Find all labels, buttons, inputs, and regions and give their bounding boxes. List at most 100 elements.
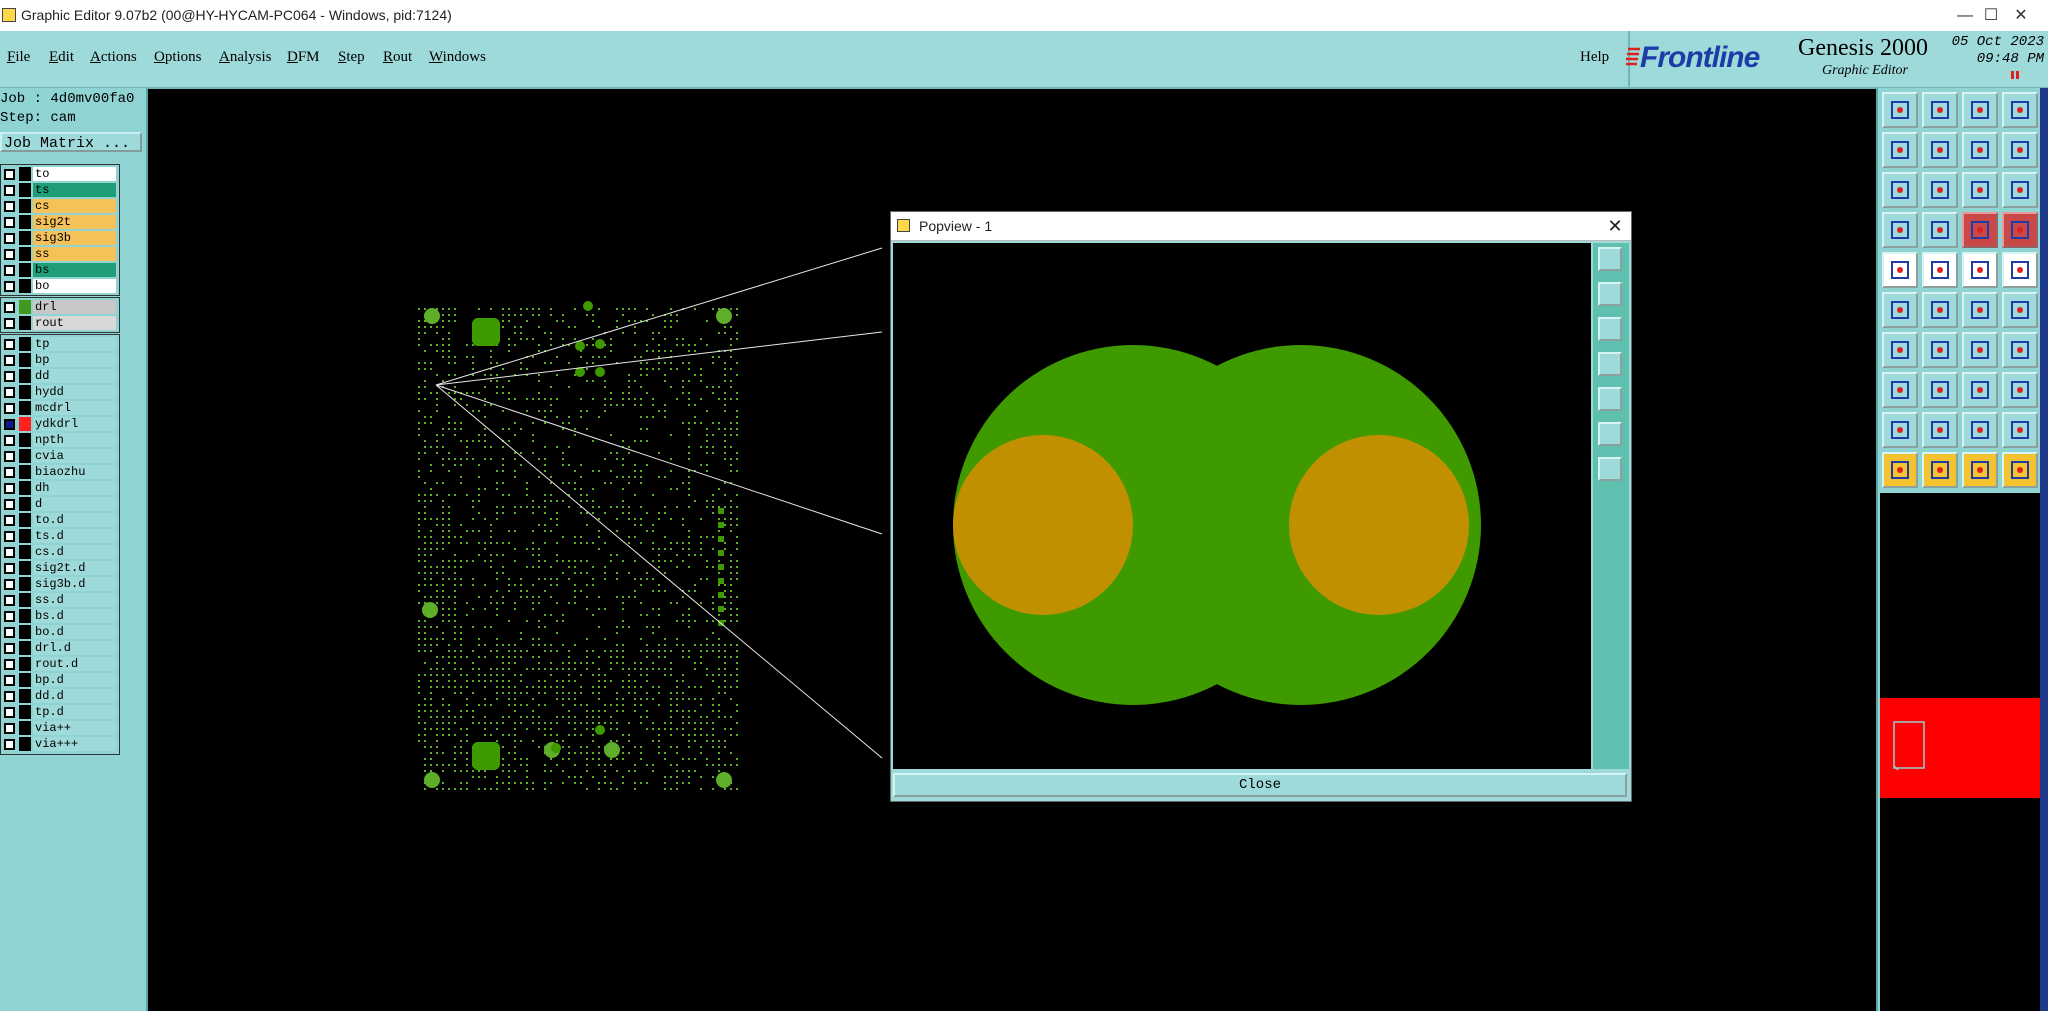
layer-name[interactable]: ss <box>33 247 116 261</box>
layer-row-sig3b[interactable]: sig3b <box>1 230 119 246</box>
trim-icon[interactable] <box>1922 372 1958 408</box>
layer-checkbox[interactable] <box>4 185 15 196</box>
layer-checkbox[interactable] <box>4 499 15 510</box>
layer-checkbox[interactable] <box>4 419 15 430</box>
measure-icon[interactable] <box>1882 212 1918 248</box>
text-icon[interactable] <box>1922 412 1958 448</box>
layer-checkbox[interactable] <box>4 691 15 702</box>
layer-name[interactable]: to <box>33 167 116 181</box>
layer-row-ss.d[interactable]: ss.d <box>1 592 119 608</box>
pin-icon[interactable] <box>1962 292 1998 328</box>
layer-row-bo[interactable]: bo <box>1 278 119 294</box>
right-icon[interactable] <box>1922 132 1958 168</box>
job-matrix-button[interactable]: Job Matrix ... <box>0 132 142 152</box>
layer-checkbox[interactable] <box>4 579 15 590</box>
layer-row-mcdrl[interactable]: mcdrl <box>1 400 119 416</box>
layer-row-hydd[interactable]: hydd <box>1 384 119 400</box>
flip-icon[interactable] <box>2002 332 2038 368</box>
layer-checkbox[interactable] <box>4 739 15 750</box>
layer-checkbox[interactable] <box>4 265 15 276</box>
rotate-icon[interactable] <box>1962 332 1998 368</box>
snap-icon[interactable] <box>1922 212 1958 248</box>
mirror-icon[interactable] <box>1962 372 1998 408</box>
layer-row-to[interactable]: to <box>1 166 119 182</box>
layer-checkbox[interactable] <box>4 281 15 292</box>
fit-icon[interactable] <box>1882 172 1918 208</box>
select-icon[interactable] <box>1882 252 1918 288</box>
layer-checkbox[interactable] <box>4 675 15 686</box>
layer-row-via+++[interactable]: via+++ <box>1 736 119 752</box>
zoom-in-icon[interactable] <box>1598 422 1622 446</box>
zoom-fit-icon[interactable] <box>1598 247 1622 271</box>
pointer-add-icon[interactable] <box>1962 452 1998 488</box>
close-window-button[interactable]: ✕ <box>1998 0 2044 31</box>
add-pad-icon[interactable] <box>1882 372 1918 408</box>
layer-name[interactable]: bs <box>33 263 116 277</box>
layer-row-biaozhu[interactable]: biaozhu <box>1 464 119 480</box>
layer-checkbox[interactable] <box>4 483 15 494</box>
layer-row-npth[interactable]: npth <box>1 432 119 448</box>
net-alt-icon[interactable] <box>2002 212 2038 248</box>
layer-row-sig2t[interactable]: sig2t <box>1 214 119 230</box>
layer-checkbox[interactable] <box>4 547 15 558</box>
route-icon[interactable] <box>2002 452 2038 488</box>
layer-checkbox[interactable] <box>4 707 15 718</box>
layer-checkbox[interactable] <box>4 595 15 606</box>
layer-row-d[interactable]: d <box>1 496 119 512</box>
left-icon[interactable] <box>1882 132 1918 168</box>
edge-icon[interactable] <box>2002 292 2038 328</box>
layer-checkbox[interactable] <box>4 371 15 382</box>
pan-left-icon[interactable] <box>1598 352 1622 376</box>
layer-row-via++[interactable]: via++ <box>1 720 119 736</box>
layer-checkbox[interactable] <box>4 611 15 622</box>
pointer-icon[interactable] <box>1882 452 1918 488</box>
menu-options[interactable]: Options <box>154 49 202 66</box>
popview-close-icon[interactable]: ✕ <box>1601 213 1629 239</box>
pan-up-icon[interactable] <box>1598 282 1622 306</box>
layer-name[interactable]: bo <box>33 279 116 293</box>
layer-name[interactable]: sig2t <box>33 215 116 229</box>
layer-checkbox[interactable] <box>4 563 15 574</box>
layer-name[interactable]: bp <box>33 353 116 367</box>
frame-icon[interactable] <box>2002 252 2038 288</box>
menu-windows[interactable]: Windows <box>429 49 486 66</box>
layer-row-ss[interactable]: ss <box>1 246 119 262</box>
layer-name[interactable]: via++ <box>33 721 116 735</box>
ruler-icon[interactable] <box>1962 252 1998 288</box>
zoom-out-icon[interactable] <box>1598 457 1622 481</box>
delete-icon[interactable] <box>1922 292 1958 328</box>
layer-name[interactable]: hydd <box>33 385 116 399</box>
popview-close-button[interactable]: Close <box>893 773 1627 797</box>
home-icon[interactable] <box>1962 92 1998 128</box>
layer-row-bp[interactable]: bp <box>1 352 119 368</box>
triangle-icon[interactable] <box>1882 412 1918 448</box>
layer-name[interactable]: npth <box>33 433 116 447</box>
layer-row-bs.d[interactable]: bs.d <box>1 608 119 624</box>
menu-file[interactable]: File <box>7 49 30 66</box>
text-arc-icon[interactable] <box>2002 412 2038 448</box>
layer-name[interactable]: drl <box>33 300 116 314</box>
layer-name[interactable]: ts <box>33 183 116 197</box>
layer-name[interactable]: sig3b.d <box>33 577 116 591</box>
layer-name[interactable]: dh <box>33 481 116 495</box>
undo-icon[interactable] <box>1962 132 1998 168</box>
layer-name[interactable]: sig2t.d <box>33 561 116 575</box>
layer-name[interactable]: cs.d <box>33 545 116 559</box>
layer-name[interactable]: mcdrl <box>33 401 116 415</box>
layer-checkbox[interactable] <box>4 201 15 212</box>
layer-checkbox[interactable] <box>4 249 15 260</box>
net-icon[interactable] <box>1962 212 1998 248</box>
angle-icon[interactable] <box>1882 332 1918 368</box>
layer-row-cs[interactable]: cs <box>1 198 119 214</box>
layer-name[interactable]: dd.d <box>33 689 116 703</box>
line-icon[interactable] <box>1922 332 1958 368</box>
layer-name[interactable]: tp.d <box>33 705 116 719</box>
layer-row-cvia[interactable]: cvia <box>1 448 119 464</box>
menu-help[interactable]: Help <box>1580 49 1609 66</box>
pan-right-icon[interactable] <box>1598 387 1622 411</box>
layer-row-bp.d[interactable]: bp.d <box>1 672 119 688</box>
layer-checkbox[interactable] <box>4 387 15 398</box>
layer-name[interactable]: cs <box>33 199 116 213</box>
layer-checkbox[interactable] <box>4 318 15 329</box>
layer-name[interactable]: cvia <box>33 449 116 463</box>
